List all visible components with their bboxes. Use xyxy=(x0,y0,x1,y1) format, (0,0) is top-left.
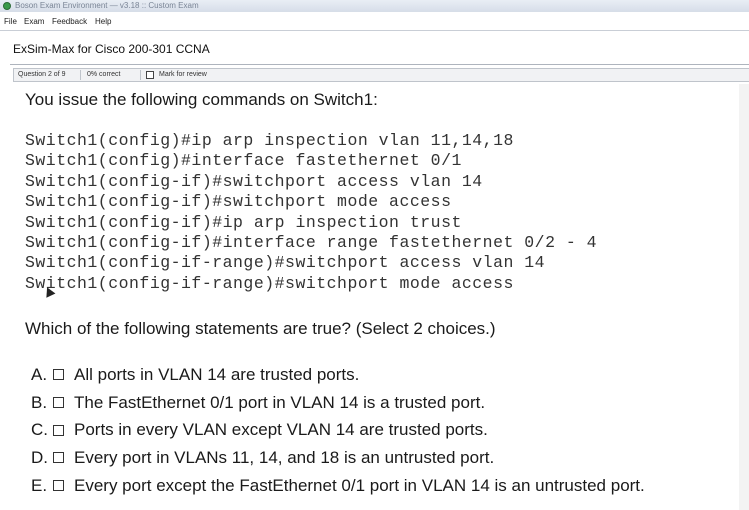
menu-bar: File Exam Feedback Help xyxy=(0,14,749,29)
choice-text: Ports in every VLAN except VLAN 14 are t… xyxy=(74,420,488,440)
checkbox-icon[interactable] xyxy=(53,424,64,436)
checkbox-icon[interactable] xyxy=(53,397,64,409)
choice-letter: C. xyxy=(31,420,48,440)
question-status-bar: Question 2 of 9 0% correct Mark for revi… xyxy=(13,68,749,82)
choice-a[interactable]: A. All ports in VLAN 14 are trusted port… xyxy=(31,361,645,389)
window-title: Boson Exam Environment — v3.18 :: Custom… xyxy=(15,1,199,10)
command-line: Switch1(config)#ip arp inspection vlan 1… xyxy=(25,131,514,150)
command-listing: Switch1(config)#ip arp inspection vlan 1… xyxy=(25,131,597,294)
choice-text: The FastEthernet 0/1 port in VLAN 14 is … xyxy=(74,392,486,412)
command-line: Switch1(config)#interface fastethernet 0… xyxy=(25,151,462,171)
choice-text: All ports in VLAN 14 are trusted ports. xyxy=(74,364,360,384)
checkbox-icon[interactable] xyxy=(53,369,64,381)
question-intro: You issue the following commands on Swit… xyxy=(25,90,378,109)
question-prompt: Which of the following statements are tr… xyxy=(25,319,496,338)
status-divider xyxy=(140,70,141,80)
window-titlebar: Boson Exam Environment — v3.18 :: Custom… xyxy=(0,0,749,12)
header-divider xyxy=(10,64,749,65)
choice-letter: B. xyxy=(31,392,48,412)
checkbox-icon[interactable] xyxy=(53,452,64,464)
menu-help[interactable]: Help xyxy=(95,14,111,29)
command-line: Switch1(config-if)#interface range faste… xyxy=(25,233,598,253)
menu-file[interactable]: File xyxy=(4,14,17,29)
choice-d[interactable]: D. Every port in VLANs 11, 14, and 18 is… xyxy=(31,444,645,472)
command-line: Switch1(config-if)#ip arp inspection tru… xyxy=(25,212,462,232)
status-divider xyxy=(80,70,81,80)
menu-divider xyxy=(0,30,749,31)
mark-for-review-label[interactable]: Mark for review xyxy=(159,69,207,81)
exam-title: ExSim-Max for Cisco 200-301 CCNA xyxy=(13,42,210,56)
command-line: Switch1(config-if)#switchport mode acces… xyxy=(25,192,452,212)
choice-b[interactable]: B. The FastEthernet 0/1 port in VLAN 14 … xyxy=(31,389,645,417)
choice-letter: D. xyxy=(31,447,48,467)
question-position: Question 2 of 9 xyxy=(18,71,66,78)
answer-choices: A. All ports in VLAN 14 are trusted port… xyxy=(31,361,645,499)
vertical-scrollbar[interactable] xyxy=(739,84,749,510)
percent-correct: 0% correct xyxy=(87,71,121,78)
command-line: Switch1(config-if-range)#switchport acce… xyxy=(25,253,546,273)
mark-for-review-checkbox[interactable] xyxy=(146,71,154,79)
choice-c[interactable]: C. Ports in every VLAN except VLAN 14 ar… xyxy=(31,416,645,444)
menu-exam[interactable]: Exam xyxy=(24,14,44,29)
checkbox-icon[interactable] xyxy=(53,480,64,492)
choice-letter: E. xyxy=(31,475,48,495)
boson-logo-icon xyxy=(3,2,11,10)
choice-text: Every port except the FastEthernet 0/1 p… xyxy=(74,475,645,495)
menu-feedback[interactable]: Feedback xyxy=(52,14,87,29)
command-line: Switch1(config-if-range)#switchport mode… xyxy=(25,273,514,293)
command-line: Switch1(config-if)#switchport access vla… xyxy=(25,171,483,191)
choice-letter: A. xyxy=(31,364,48,384)
choice-text: Every port in VLANs 11, 14, and 18 is an… xyxy=(74,447,495,467)
choice-e[interactable]: E. Every port except the FastEthernet 0/… xyxy=(31,472,645,500)
